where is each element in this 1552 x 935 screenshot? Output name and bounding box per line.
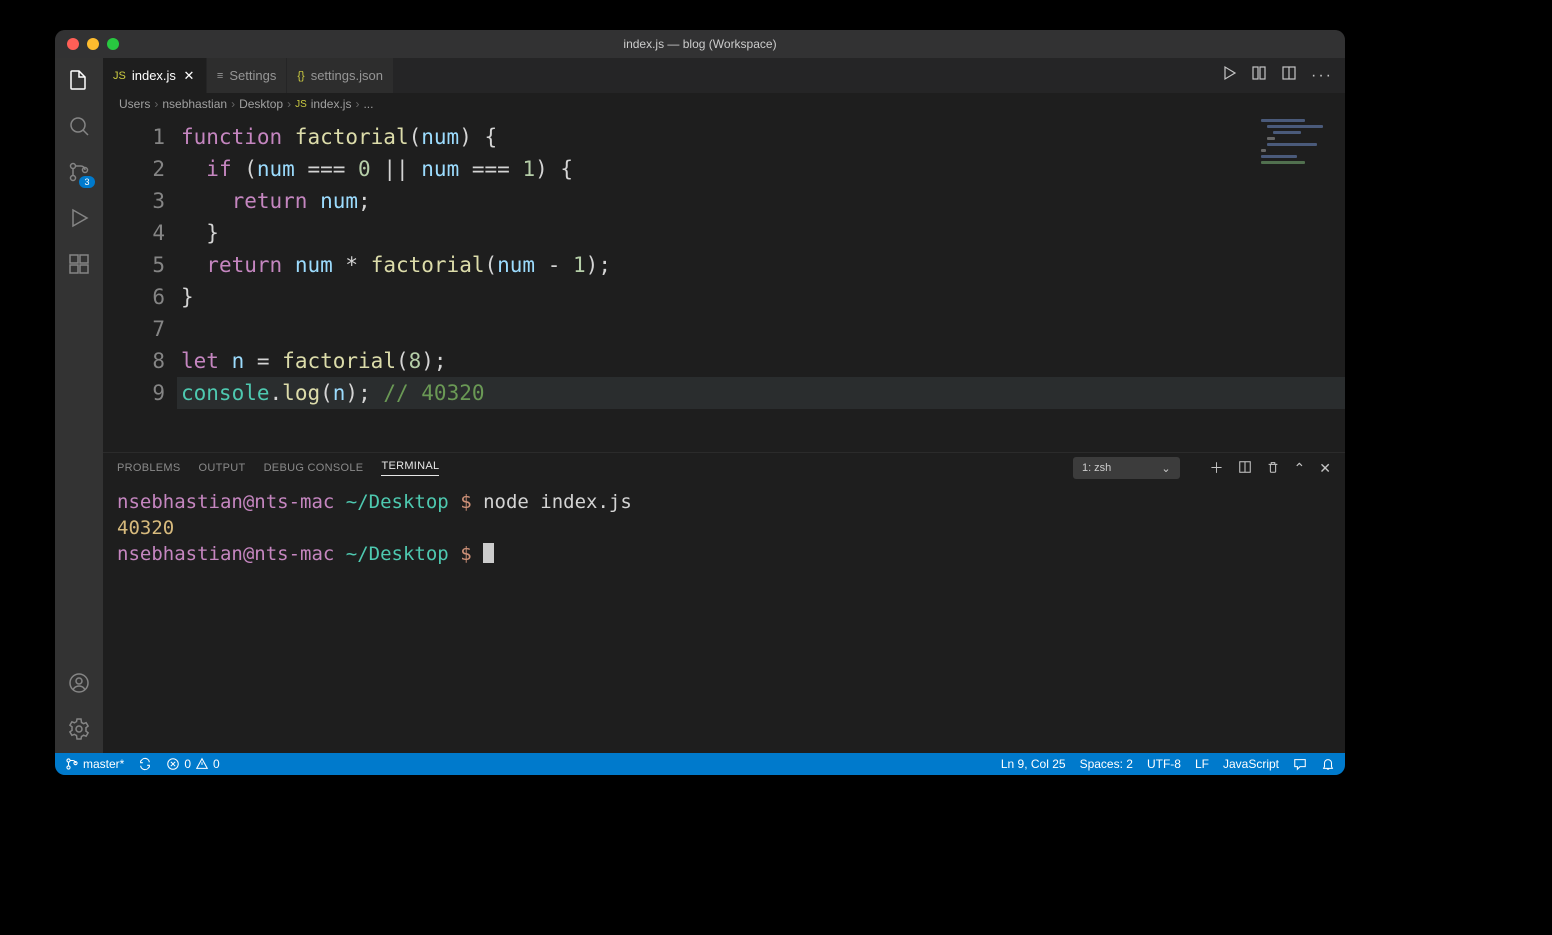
terminal-line: nsebhastian@nts-mac ~/Desktop $ node ind… bbox=[117, 489, 1331, 515]
tab-label: settings.json bbox=[311, 68, 383, 83]
line-number: 2 bbox=[103, 153, 165, 185]
accounts-icon[interactable] bbox=[65, 669, 93, 697]
line-number: 8 bbox=[103, 345, 165, 377]
minimize-window-button[interactable] bbox=[87, 38, 99, 50]
eol-status[interactable]: LF bbox=[1195, 757, 1209, 771]
language-mode[interactable]: JavaScript bbox=[1223, 757, 1279, 771]
chevron-right-icon: › bbox=[287, 97, 291, 111]
panel-tab-terminal[interactable]: TERMINAL bbox=[381, 460, 439, 476]
new-terminal-icon[interactable]: ＋ bbox=[1210, 461, 1224, 475]
window-title: index.js — blog (Workspace) bbox=[55, 37, 1345, 51]
minimap[interactable] bbox=[1261, 119, 1341, 169]
activity-bar: 3 bbox=[55, 58, 103, 753]
code-editor[interactable]: 123456789 function factorial(num) { if (… bbox=[103, 115, 1345, 452]
problems-status[interactable]: 0 0 bbox=[166, 757, 219, 771]
line-number: 7 bbox=[103, 313, 165, 345]
json-file-icon: {} bbox=[297, 70, 304, 82]
scm-badge: 3 bbox=[79, 176, 95, 188]
sync-status[interactable] bbox=[138, 757, 152, 771]
run-file-icon[interactable] bbox=[1221, 65, 1237, 86]
git-branch[interactable]: master* bbox=[65, 757, 124, 771]
chevron-right-icon: › bbox=[355, 97, 359, 111]
editor-actions: ··· bbox=[1209, 58, 1345, 93]
editor-tab-0[interactable]: JS index.js ✕ bbox=[103, 58, 207, 93]
terminal[interactable]: nsebhastian@nts-mac ~/Desktop $ node ind… bbox=[103, 483, 1345, 753]
tab-label: Settings bbox=[229, 68, 276, 83]
window-controls bbox=[67, 38, 119, 50]
kill-terminal-icon[interactable] bbox=[1266, 460, 1280, 476]
chevron-right-icon: › bbox=[231, 97, 235, 111]
code-line[interactable] bbox=[181, 313, 1345, 345]
zoom-window-button[interactable] bbox=[107, 38, 119, 50]
close-panel-icon[interactable]: ✕ bbox=[1319, 461, 1331, 475]
tab-label: index.js bbox=[132, 68, 176, 83]
breadcrumb-segment[interactable]: nsebhastian bbox=[162, 97, 227, 111]
notifications-icon[interactable] bbox=[1321, 757, 1335, 771]
editor-tab-1[interactable]: ≡ Settings bbox=[207, 58, 287, 93]
code-line[interactable]: let n = factorial(8); bbox=[181, 345, 1345, 377]
explorer-icon[interactable] bbox=[65, 66, 93, 94]
terminal-selector-label: 1: zsh bbox=[1082, 462, 1111, 474]
terminal-line: 40320 bbox=[117, 515, 1331, 541]
extensions-icon[interactable] bbox=[65, 250, 93, 278]
breadcrumb-segment[interactable]: Users bbox=[119, 97, 150, 111]
source-control-icon[interactable]: 3 bbox=[65, 158, 93, 186]
vscode-window: index.js — blog (Workspace) 3 bbox=[55, 30, 1345, 775]
line-number-gutter: 123456789 bbox=[103, 115, 181, 452]
more-actions-icon[interactable]: ··· bbox=[1311, 67, 1333, 85]
breadcrumb-segment[interactable]: index.js bbox=[311, 97, 352, 111]
code-content[interactable]: function factorial(num) { if (num === 0 … bbox=[181, 115, 1345, 452]
code-line[interactable]: console.log(n); // 40320 bbox=[177, 377, 1345, 409]
close-window-button[interactable] bbox=[67, 38, 79, 50]
code-line[interactable]: return num * factorial(num - 1); bbox=[181, 249, 1345, 281]
encoding-status[interactable]: UTF-8 bbox=[1147, 757, 1181, 771]
line-number: 6 bbox=[103, 281, 165, 313]
breadcrumb-segment[interactable]: ... bbox=[363, 97, 373, 111]
split-editor-icon[interactable] bbox=[1281, 65, 1297, 86]
code-line[interactable]: if (num === 0 || num === 1) { bbox=[181, 153, 1345, 185]
feedback-icon[interactable] bbox=[1293, 757, 1307, 771]
terminal-cursor bbox=[483, 543, 494, 563]
run-debug-icon[interactable] bbox=[65, 204, 93, 232]
chevron-down-icon: ⌄ bbox=[1161, 462, 1170, 475]
maximize-panel-icon[interactable]: ⌃ bbox=[1294, 461, 1306, 475]
code-line[interactable]: return num; bbox=[181, 185, 1345, 217]
editor-tab-2[interactable]: {} settings.json bbox=[287, 58, 394, 93]
js-file-icon: JS bbox=[295, 99, 307, 110]
split-terminal-icon[interactable] bbox=[1238, 460, 1252, 476]
code-line[interactable]: function factorial(num) { bbox=[181, 121, 1345, 153]
panel-tab-debug-console[interactable]: DEBUG CONSOLE bbox=[264, 462, 364, 474]
split-compare-icon[interactable] bbox=[1251, 65, 1267, 86]
line-number: 4 bbox=[103, 217, 165, 249]
search-icon[interactable] bbox=[65, 112, 93, 140]
line-number: 5 bbox=[103, 249, 165, 281]
breadcrumbs[interactable]: Users›nsebhastian›Desktop›JSindex.js›... bbox=[103, 93, 1345, 115]
panel-tab-output[interactable]: OUTPUT bbox=[199, 462, 246, 474]
terminal-line: nsebhastian@nts-mac ~/Desktop $ bbox=[117, 541, 1331, 567]
panel-tabs: PROBLEMS OUTPUT DEBUG CONSOLE TERMINAL 1: z… bbox=[103, 453, 1345, 483]
settings-gear-icon[interactable] bbox=[65, 715, 93, 743]
title-bar[interactable]: index.js — blog (Workspace) bbox=[55, 30, 1345, 58]
indentation-status[interactable]: Spaces: 2 bbox=[1080, 757, 1133, 771]
close-tab-icon[interactable]: ✕ bbox=[182, 68, 196, 84]
editor-tabs: JS index.js ✕ ≡ Settings {} settings.json ··· bbox=[103, 58, 1345, 93]
cursor-position[interactable]: Ln 9, Col 25 bbox=[1001, 757, 1066, 771]
chevron-right-icon: › bbox=[154, 97, 158, 111]
line-number: 1 bbox=[103, 121, 165, 153]
line-number: 3 bbox=[103, 185, 165, 217]
bottom-panel: PROBLEMS OUTPUT DEBUG CONSOLE TERMINAL 1: z… bbox=[103, 452, 1345, 753]
panel-tab-problems[interactable]: PROBLEMS bbox=[117, 462, 181, 474]
code-line[interactable]: } bbox=[181, 217, 1345, 249]
line-number: 9 bbox=[103, 377, 165, 409]
settings-file-icon: ≡ bbox=[217, 70, 223, 82]
terminal-selector[interactable]: 1: zsh ⌄ bbox=[1073, 457, 1180, 479]
js-file-icon: JS bbox=[113, 70, 126, 82]
code-line[interactable]: } bbox=[181, 281, 1345, 313]
breadcrumb-segment[interactable]: Desktop bbox=[239, 97, 283, 111]
status-bar: master* 0 0 Ln 9, Col 25 Spaces: 2 UTF-8… bbox=[55, 753, 1345, 775]
